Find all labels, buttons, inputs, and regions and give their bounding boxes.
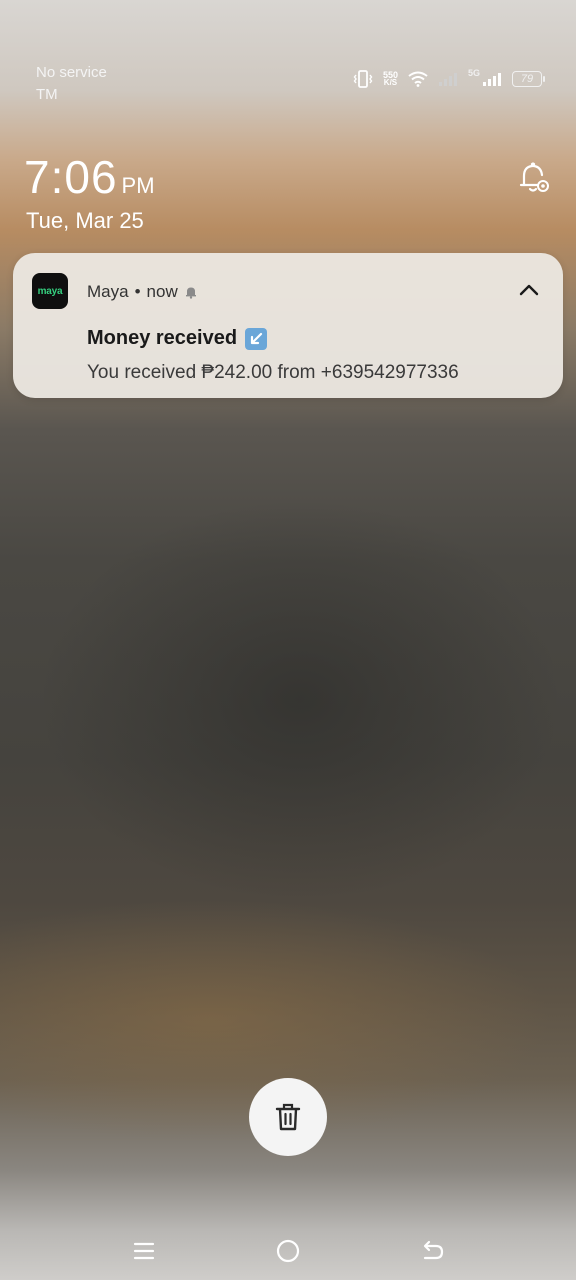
- signal-icon: [438, 73, 457, 86]
- status-bar: No service TM 550 K/S 5G 79: [0, 0, 576, 110]
- carrier-name: TM: [36, 86, 58, 103]
- network-speed-unit: K/S: [383, 78, 398, 87]
- home-button[interactable]: [271, 1234, 305, 1268]
- notification-header: Maya • now: [87, 282, 198, 302]
- network-speed: 550 K/S: [383, 71, 398, 87]
- back-icon: [423, 1240, 444, 1260]
- navigation-bar: [0, 1220, 576, 1280]
- notification-body: You received ₱242.00 from +639542977336: [87, 362, 459, 383]
- recents-button[interactable]: [127, 1234, 161, 1268]
- arrow-down-left-icon: [245, 327, 268, 350]
- battery-icon: 79: [512, 71, 545, 87]
- home-icon: [276, 1239, 300, 1263]
- bell-icon: [185, 287, 196, 299]
- clock-time: 7:06: [24, 151, 118, 203]
- signal-5g-icon: [483, 73, 501, 86]
- wifi-icon: [408, 71, 428, 87]
- clear-all-button[interactable]: [249, 1078, 327, 1156]
- trash-icon: [275, 1103, 301, 1131]
- carrier-status: No service: [36, 64, 107, 81]
- lockscreen-clock: 7:06 PM: [24, 150, 155, 204]
- notification-settings-icon[interactable]: [516, 160, 552, 196]
- status-icons: 550 K/S 5G 79: [353, 68, 545, 88]
- menu-icon: [133, 1242, 155, 1260]
- chevron-up-icon[interactable]: [517, 278, 541, 302]
- notification-time: now: [146, 282, 178, 301]
- notification-title-text: Money received: [87, 327, 238, 349]
- notification-card[interactable]: maya Maya • now Money received You recei…: [13, 253, 563, 398]
- vibrate-icon: [353, 70, 373, 88]
- battery-level: 79: [520, 73, 534, 85]
- back-button[interactable]: [415, 1234, 449, 1268]
- notification-app-name: Maya: [87, 282, 129, 301]
- header-separator: •: [134, 282, 141, 301]
- maya-app-icon: maya: [32, 273, 68, 309]
- notification-title: Money received: [87, 327, 268, 350]
- app-icon-text: maya: [37, 285, 63, 297]
- lockscreen-date: Tue, Mar 25: [26, 208, 144, 233]
- clock-ampm: PM: [121, 173, 155, 198]
- network-type-label: 5G: [467, 68, 480, 78]
